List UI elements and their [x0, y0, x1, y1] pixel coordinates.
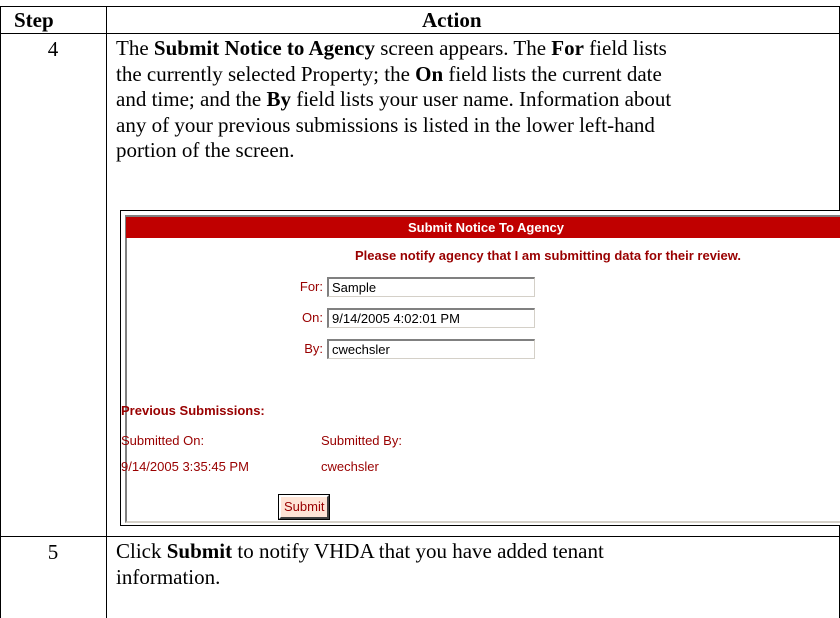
step-5-text-line: Click Submit to notify VHDA that you hav…: [116, 539, 604, 563]
procedure-table: Step Action 4 The Submit Notice to Agenc…: [0, 0, 840, 618]
step-4-instructions: The Submit Notice to Agency screen appea…: [116, 36, 832, 164]
submission-user: cwechsler: [321, 459, 379, 474]
submit-notice-screenshot: Submit Notice To Agency Please notify ag…: [120, 210, 840, 526]
by-label: By:: [304, 341, 323, 356]
header-divider: [1, 33, 839, 34]
column-divider: [106, 6, 107, 618]
screen-title: Submit Notice To Agency: [407, 220, 564, 235]
step-4-text-line: portion of the screen.: [116, 138, 295, 163]
on-label: On:: [302, 310, 323, 325]
step-number-4: 4: [47, 37, 59, 61]
step-4-text-line: The Submit Notice to Agency screen appea…: [116, 36, 667, 60]
bold-term: By: [266, 87, 291, 112]
screen-title-bar: Submit Notice To Agency: [126, 217, 840, 238]
previous-submissions-heading: Previous Submissions:: [121, 403, 265, 418]
row-divider: [1, 536, 839, 537]
table-border-left: [0, 6, 1, 618]
for-label: For:: [299, 279, 323, 294]
bold-term: Submit Notice to Agency: [153, 36, 375, 60]
table-border-top: [1, 6, 839, 7]
step-5-instructions: Click Submit to notify VHDA that you hav…: [116, 539, 832, 590]
step-number-5: 5: [47, 540, 59, 564]
header-action: Action: [422, 8, 482, 32]
column-submitted-on: Submitted On:: [121, 433, 205, 448]
column-submitted-by: Submitted By:: [321, 433, 402, 448]
by-field[interactable]: cwechsler: [327, 339, 535, 359]
submit-button[interactable]: Submit: [277, 494, 331, 520]
bold-term: For: [551, 36, 584, 60]
step-4-text-line: the currently selected Property; the On …: [116, 61, 662, 86]
step-4-text-line: any of your previous submissions is list…: [116, 112, 655, 137]
for-field[interactable]: Sample: [327, 277, 535, 297]
step-4-text-line: and time; and the By field lists your us…: [116, 87, 672, 112]
submission-date: 9/14/2005 3:35:45 PM: [121, 459, 249, 474]
header-step: Step: [14, 8, 54, 32]
notify-message: Please notify agency that I am submittin…: [355, 248, 742, 263]
bold-term: On: [415, 61, 444, 86]
on-field[interactable]: 9/14/2005 4:02:01 PM: [327, 308, 535, 328]
bold-term: Submit: [166, 539, 233, 563]
step-5-text-line: information.: [116, 564, 221, 589]
